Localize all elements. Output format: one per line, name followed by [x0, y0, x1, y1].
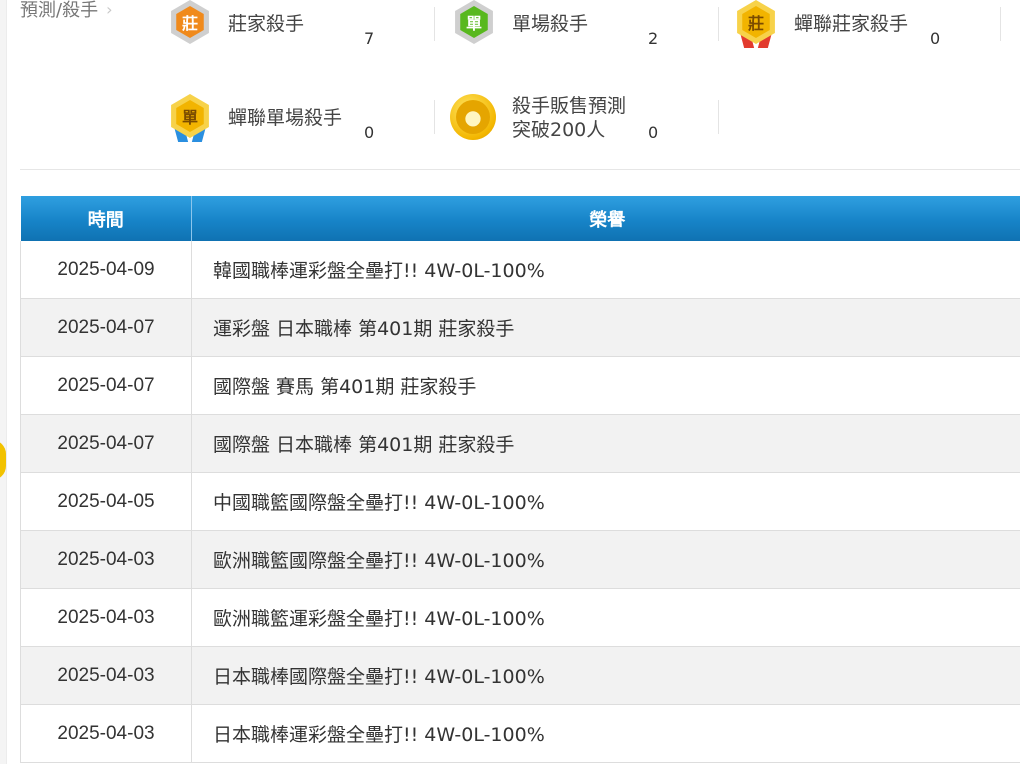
stat-label: 蟬聯莊家殺手 — [794, 13, 909, 35]
row-honor: 國際盤 賽馬 第401期 莊家殺手 — [191, 356, 1020, 415]
stat-banker-killer: 莊 莊家殺手 — [164, 0, 304, 54]
row-honor: 歐洲職籃國際盤全壘打!! 4W-0L-100% — [191, 530, 1020, 589]
stat-consecutive-banker-killer: 莊 蟬聯莊家殺手 — [730, 0, 908, 54]
row-honor: 運彩盤 日本職棒 第401期 莊家殺手 — [191, 298, 1020, 357]
stat-single-killer: 單 單場殺手 — [448, 0, 588, 54]
table-row: 2025-04-03 歐洲職籃國際盤全壘打!! 4W-0L-100% — [20, 530, 1020, 589]
row-date: 2025-04-07 — [20, 298, 192, 357]
table-row: 2025-04-07 國際盤 賽馬 第401期 莊家殺手 — [20, 356, 1020, 415]
column-header-honor: 榮譽 — [191, 196, 1020, 241]
row-date: 2025-04-03 — [20, 646, 192, 705]
row-date: 2025-04-03 — [20, 588, 192, 647]
hex-badge-green-icon: 單 — [448, 0, 500, 50]
ribbon-badge-blue-icon: 單 — [164, 92, 216, 144]
stat-label: 單場殺手 — [512, 13, 589, 35]
row-honor: 日本職棒國際盤全壘打!! 4W-0L-100% — [191, 646, 1020, 705]
table-header-row: 時間 榮譽 — [20, 196, 1020, 241]
breadcrumb-label: 預測/殺手 — [20, 0, 99, 21]
stat-label: 蟬聯單場殺手 — [228, 107, 343, 129]
row-honor: 歐洲職籃運彩盤全壘打!! 4W-0L-100% — [191, 588, 1020, 647]
row-honor: 中國職籃國際盤全壘打!! 4W-0L-100% — [191, 472, 1020, 531]
stat-consecutive-single-killer: 單 蟬聯單場殺手 — [164, 88, 342, 148]
table-row: 2025-04-03 日本職棒國際盤全壘打!! 4W-0L-100% — [20, 646, 1020, 705]
row-date: 2025-04-07 — [20, 356, 192, 415]
hex-badge-orange-icon: 莊 — [164, 0, 216, 50]
row-date: 2025-04-03 — [20, 530, 192, 589]
divider — [718, 7, 719, 41]
divider — [1000, 7, 1001, 41]
stat-label-line2: 突破200人 — [512, 119, 606, 141]
row-date: 2025-04-07 — [20, 414, 192, 473]
row-date: 2025-04-05 — [20, 472, 192, 531]
gold-coin-people-icon: ● — [448, 92, 500, 144]
ribbon-badge-gold-icon: 莊 — [730, 0, 782, 50]
stat-count: 7 — [364, 28, 375, 48]
stat-label: 莊家殺手 — [228, 13, 305, 35]
row-honor: 日本職棒運彩盤全壘打!! 4W-0L-100% — [191, 704, 1020, 763]
divider — [718, 100, 719, 134]
stat-label-line1: 殺手販售預測 — [512, 95, 627, 117]
divider — [434, 7, 435, 41]
chevron-right-icon: › — [106, 0, 113, 19]
table-row: 2025-04-05 中國職籃國際盤全壘打!! 4W-0L-100% — [20, 472, 1020, 531]
row-date: 2025-04-03 — [20, 704, 192, 763]
stat-count: 0 — [930, 28, 941, 48]
table-row: 2025-04-09 韓國職棒運彩盤全壘打!! 4W-0L-100% — [20, 241, 1020, 299]
row-honor: 韓國職棒運彩盤全壘打!! 4W-0L-100% — [191, 241, 1020, 299]
section-divider — [20, 169, 1020, 170]
stat-count: 0 — [364, 122, 375, 142]
stat-count: 0 — [648, 122, 659, 142]
table-row: 2025-04-03 日本職棒運彩盤全壘打!! 4W-0L-100% — [20, 704, 1020, 763]
stat-prediction-sales: ● 殺手販售預測 突破200人 — [448, 88, 626, 148]
column-header-time: 時間 — [20, 196, 192, 241]
table-row: 2025-04-03 歐洲職籃運彩盤全壘打!! 4W-0L-100% — [20, 588, 1020, 647]
divider — [434, 100, 435, 134]
breadcrumb[interactable]: 預測/殺手 › — [20, 0, 112, 22]
table-row: 2025-04-07 國際盤 日本職棒 第401期 莊家殺手 — [20, 414, 1020, 473]
honor-table: 時間 榮譽 2025-04-09 韓國職棒運彩盤全壘打!! 4W-0L-100%… — [20, 196, 1020, 763]
table-row: 2025-04-07 運彩盤 日本職棒 第401期 莊家殺手 — [20, 298, 1020, 357]
stat-count: 2 — [648, 28, 659, 48]
row-date: 2025-04-09 — [20, 241, 192, 299]
row-honor: 國際盤 日本職棒 第401期 莊家殺手 — [191, 414, 1020, 473]
left-edge-strip — [0, 0, 7, 764]
